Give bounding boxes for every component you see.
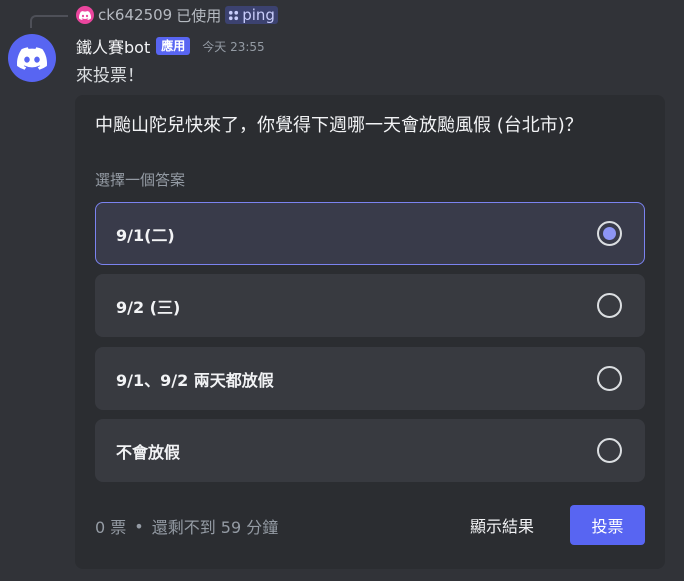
reply-spine — [30, 15, 68, 28]
timestamp: 今天 23:55 — [202, 39, 265, 54]
poll-option-label: 9/1(二) — [116, 225, 175, 245]
poll-option-label: 9/2 (三) — [116, 297, 181, 317]
poll-footer-meta: 0 票 • 還剩不到 59 分鐘 — [95, 514, 278, 538]
replied-user-avatar[interactable] — [76, 6, 94, 24]
poll-option-1[interactable]: 9/1(二) — [95, 202, 645, 265]
poll-option-2[interactable]: 9/2 (三) — [95, 274, 645, 337]
used-command-text: 已使用 — [176, 6, 222, 25]
time-remaining: 還剩不到 59 分鐘 — [151, 518, 279, 537]
poll-option-3[interactable]: 9/1、9/2 兩天都放假 — [95, 347, 645, 410]
replied-username[interactable]: ck642509 — [98, 6, 172, 24]
radio-selected-icon[interactable] — [597, 221, 622, 246]
discord-icon — [17, 46, 47, 70]
radio-dot — [603, 227, 616, 240]
command-mention[interactable]: ping — [225, 6, 278, 24]
poll-option-label: 不會放假 — [116, 442, 181, 462]
discord-icon — [79, 10, 91, 20]
poll-question: 中颱山陀兒快來了，你覺得下週哪一天會放颱風假 (台北市)？ — [95, 115, 583, 136]
meta-separator: • — [134, 516, 144, 536]
command-name: ping — [242, 6, 275, 24]
vote-button[interactable]: 投票 — [570, 505, 645, 545]
poll-option-label: 9/1、9/2 兩天都放假 — [116, 370, 274, 390]
poll-card: 中颱山陀兒快來了，你覺得下週哪一天會放颱風假 (台北市)？ 選擇一個答案 9/1… — [75, 95, 665, 569]
bot-avatar[interactable] — [8, 34, 56, 82]
message-text: 來投票！ — [76, 66, 144, 86]
author-name[interactable]: 鐵人賽bot — [76, 34, 150, 58]
radio-icon[interactable] — [597, 293, 622, 318]
vote-count: 0 票 — [95, 518, 127, 537]
slash-command-icon — [229, 10, 239, 20]
show-results-button[interactable]: 顯示結果 — [470, 505, 534, 545]
radio-icon[interactable] — [597, 366, 622, 391]
radio-icon[interactable] — [597, 438, 622, 463]
poll-option-4[interactable]: 不會放假 — [95, 419, 645, 482]
message-header: 鐵人賽bot 應用 今天 23:55 — [76, 35, 265, 57]
app-tag: 應用 — [156, 37, 191, 55]
poll-hint: 選擇一個答案 — [95, 171, 186, 189]
reply-context[interactable]: ck642509 已使用 ping — [76, 4, 278, 26]
